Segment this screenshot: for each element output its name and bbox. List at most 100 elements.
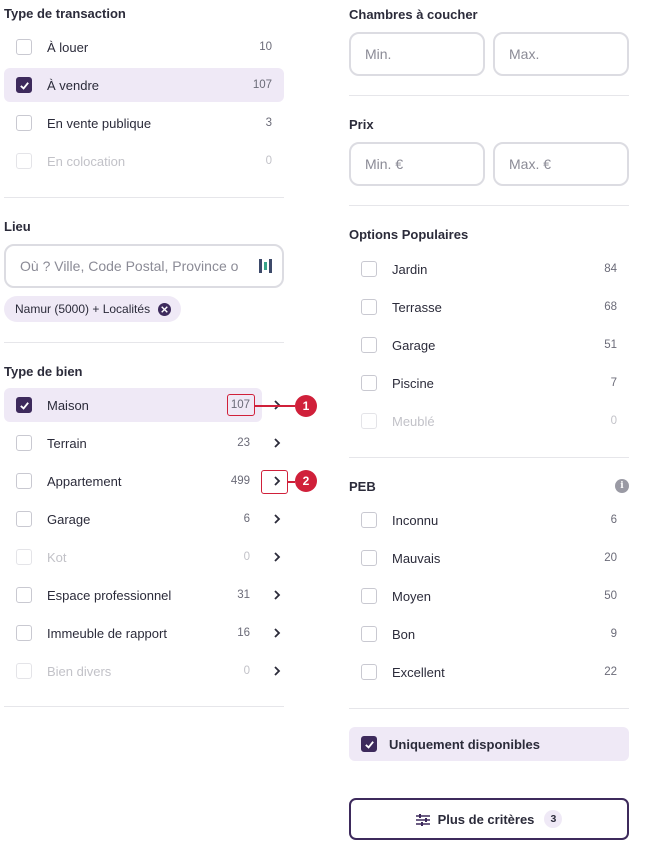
annotation-line — [288, 481, 295, 483]
annotation-line — [255, 405, 295, 407]
more-criteria-label: Plus de critères — [437, 811, 535, 827]
option-label: Bien divers — [47, 663, 112, 679]
bedrooms-max-input[interactable]: Max. — [493, 32, 629, 76]
checkbox[interactable] — [361, 375, 377, 391]
peb-option-inconnu[interactable]: Inconnu 6 — [349, 503, 629, 537]
property-type-maison[interactable]: Maison 107 — [4, 388, 262, 422]
option-count: 0 — [265, 155, 272, 167]
annotation-box-count — [227, 394, 255, 416]
filter-sliders-icon — [415, 813, 430, 826]
location-search-input[interactable]: Où ? Ville, Code Postal, Province o — [4, 244, 284, 288]
property-type-garage[interactable]: Garage 6 — [4, 502, 262, 536]
chevron-right-icon[interactable] — [270, 588, 284, 602]
option-count: 107 — [252, 79, 272, 91]
transaction-option-a-louer[interactable]: À louer 10 — [4, 30, 284, 64]
peb-option-moyen[interactable]: Moyen 50 — [349, 579, 629, 613]
option-label: Garage — [47, 511, 91, 527]
checkbox[interactable] — [16, 435, 32, 451]
popular-option-jardin[interactable]: Jardin 84 — [349, 252, 629, 286]
location-chip-label: Namur (5000) + Localités — [15, 302, 151, 316]
option-label: Garage — [392, 337, 436, 353]
peb-option-excellent[interactable]: Excellent 22 — [349, 655, 629, 689]
availability-label: Uniquement disponibles — [389, 736, 540, 752]
popular-option-meuble: Meublé 0 — [349, 404, 629, 438]
divider — [4, 342, 284, 343]
peb-option-bon[interactable]: Bon 9 — [349, 617, 629, 651]
option-count: 7 — [610, 377, 617, 389]
transaction-option-en-vente-publique[interactable]: En vente publique 3 — [4, 106, 284, 140]
bedrooms-title: Chambres à coucher — [349, 7, 478, 22]
transaction-option-a-vendre[interactable]: À vendre 107 — [4, 68, 284, 102]
property-type-espace-professionnel[interactable]: Espace professionnel 31 — [4, 578, 262, 612]
option-label: À vendre — [47, 77, 100, 93]
option-label: Maison — [47, 397, 89, 413]
availability-option[interactable]: Uniquement disponibles — [349, 727, 629, 761]
checkbox[interactable] — [16, 511, 32, 527]
option-label: En colocation — [47, 153, 126, 169]
checkbox — [361, 413, 377, 429]
option-label: Immeuble de rapport — [47, 625, 167, 641]
option-count: 84 — [604, 263, 617, 275]
checkbox[interactable] — [16, 473, 32, 489]
option-count: 0 — [243, 665, 250, 677]
popular-options-title: Options Populaires — [349, 227, 469, 242]
bedrooms-max-placeholder: Max. — [509, 46, 540, 62]
option-count: 499 — [230, 475, 250, 487]
property-type-terrain[interactable]: Terrain 23 — [4, 426, 262, 460]
location-placeholder: Où ? Ville, Code Postal, Province o — [20, 258, 239, 274]
option-count: 0 — [610, 415, 617, 427]
location-picker-icon[interactable] — [258, 257, 274, 275]
divider — [349, 205, 629, 206]
chevron-right-icon[interactable] — [270, 664, 284, 678]
option-label: Kot — [47, 549, 67, 565]
checkbox[interactable] — [16, 77, 32, 93]
popular-option-piscine[interactable]: Piscine 7 — [349, 366, 629, 400]
transaction-title: Type de transaction — [4, 6, 126, 21]
divider — [4, 197, 284, 198]
option-count: 10 — [259, 41, 272, 53]
option-count: 6 — [243, 513, 250, 525]
checkbox[interactable] — [16, 39, 32, 55]
option-count: 3 — [265, 117, 272, 129]
option-label: Excellent — [392, 664, 445, 680]
property-type-appartement[interactable]: Appartement 499 — [4, 464, 262, 498]
checkbox[interactable] — [361, 626, 377, 642]
checkbox[interactable] — [361, 588, 377, 604]
price-min-placeholder: Min. € — [365, 156, 404, 172]
checkbox[interactable] — [361, 337, 377, 353]
option-count: 50 — [604, 590, 617, 602]
annotation-badge-1: 1 — [295, 395, 317, 417]
option-label: Moyen — [392, 588, 432, 604]
more-criteria-count-badge: 3 — [544, 810, 563, 828]
checkbox[interactable] — [361, 512, 377, 528]
checkbox — [16, 153, 32, 169]
peb-title: PEB — [349, 479, 376, 494]
price-min-input[interactable]: Min. € — [349, 142, 485, 186]
checkbox[interactable] — [361, 664, 377, 680]
remove-chip-icon[interactable] — [158, 302, 172, 316]
option-label: Bon — [392, 626, 416, 642]
option-label: Terrain — [47, 435, 87, 451]
price-max-input[interactable]: Max. € — [493, 142, 629, 186]
property-type-immeuble-de-rapport[interactable]: Immeuble de rapport 16 — [4, 616, 262, 650]
peb-option-mauvais[interactable]: Mauvais 20 — [349, 541, 629, 575]
more-criteria-button[interactable]: Plus de critères 3 — [349, 798, 629, 840]
checkbox[interactable] — [16, 397, 32, 413]
location-chip[interactable]: Namur (5000) + Localités — [4, 296, 182, 322]
checkbox[interactable] — [361, 299, 377, 315]
popular-option-garage[interactable]: Garage 51 — [349, 328, 629, 362]
availability-checkbox[interactable] — [361, 736, 377, 752]
chevron-right-icon[interactable] — [270, 512, 284, 526]
checkbox[interactable] — [16, 587, 32, 603]
option-label: Piscine — [392, 375, 434, 391]
checkbox[interactable] — [361, 550, 377, 566]
chevron-right-icon[interactable] — [270, 436, 284, 450]
info-icon[interactable]: i — [615, 479, 629, 493]
bedrooms-min-input[interactable]: Min. — [349, 32, 485, 76]
checkbox[interactable] — [16, 625, 32, 641]
popular-option-terrasse[interactable]: Terrasse 68 — [349, 290, 629, 324]
chevron-right-icon[interactable] — [270, 626, 284, 640]
checkbox[interactable] — [361, 261, 377, 277]
checkbox[interactable] — [16, 115, 32, 131]
chevron-right-icon[interactable] — [270, 550, 284, 564]
